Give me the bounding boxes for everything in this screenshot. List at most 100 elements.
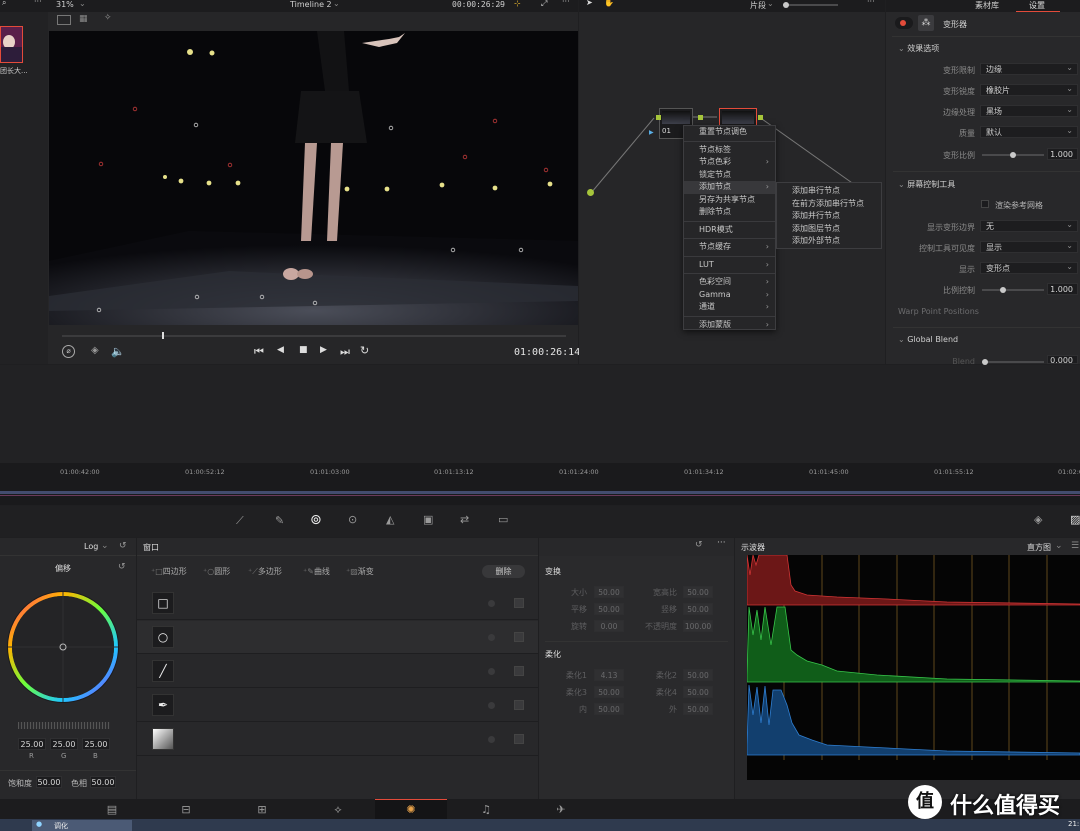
- invert-checkbox[interactable]: [514, 700, 524, 710]
- submenu-add-parallel[interactable]: 添加并行节点: [777, 210, 881, 223]
- b-value[interactable]: 25.00: [82, 738, 110, 750]
- show-boundary-dropdown[interactable]: 无: [980, 219, 1078, 232]
- line-icon[interactable]: ╱: [152, 660, 174, 682]
- more-options-icon[interactable]: ···: [34, 0, 42, 6]
- play-icon[interactable]: ▶: [320, 345, 327, 355]
- stop-icon[interactable]: ■: [299, 345, 308, 355]
- opacity-value[interactable]: 100.00: [683, 620, 713, 632]
- menu-item-lock-node[interactable]: 锁定节点: [684, 169, 775, 182]
- magic-wand-icon[interactable]: ✧: [104, 13, 112, 23]
- edit-page-icon[interactable]: ⊞: [226, 801, 298, 819]
- timeline-name[interactable]: Timeline 2: [290, 0, 332, 9]
- chevron-down-icon[interactable]: ⌄: [767, 0, 774, 8]
- chevron-down-icon[interactable]: ⌄: [496, 0, 503, 8]
- search-icon[interactable]: ⌕: [2, 0, 6, 8]
- scale-value[interactable]: 1.000: [1047, 283, 1078, 295]
- node-zoom-slider[interactable]: [783, 2, 838, 8]
- tilt-value[interactable]: 50.00: [683, 603, 713, 615]
- square-icon[interactable]: □: [152, 592, 174, 614]
- clip-mode[interactable]: 片段: [750, 0, 766, 11]
- tool-curve[interactable]: ⁺✎曲线: [303, 566, 330, 577]
- input-socket[interactable]: [587, 189, 594, 196]
- node-input-socket[interactable]: [656, 115, 661, 120]
- cut-page-icon[interactable]: ⊟: [150, 801, 222, 819]
- chevron-down-icon[interactable]: ⌄: [333, 0, 340, 8]
- menu-item-delete-node[interactable]: 删除节点: [684, 206, 775, 219]
- loop-icon[interactable]: ↻: [360, 344, 369, 357]
- invert-checkbox[interactable]: [514, 598, 524, 608]
- invert-checkbox[interactable]: [514, 632, 524, 642]
- lightbox-icon[interactable]: ◈: [1034, 513, 1042, 526]
- rotate-value[interactable]: 0.00: [594, 620, 624, 632]
- viewer-scrubber[interactable]: [62, 332, 566, 339]
- tool-polygon[interactable]: ⁺⟋多边形: [248, 566, 282, 577]
- playhead[interactable]: [162, 332, 164, 339]
- tool-quad[interactable]: ⁺□四边形: [151, 566, 187, 577]
- curves-icon[interactable]: ⟋: [236, 514, 244, 528]
- chevron-down-icon[interactable]: ⌄: [1055, 541, 1063, 551]
- menu-item-node-cache[interactable]: 节点缓存 ›: [684, 241, 775, 254]
- color-wheel[interactable]: [4, 588, 122, 706]
- r-value[interactable]: 25.00: [18, 738, 46, 750]
- menu-item-gamma[interactable]: Gamma ›: [684, 289, 775, 302]
- scope-mode-dropdown[interactable]: 直方图: [1027, 542, 1051, 553]
- more-options-icon[interactable]: ···: [867, 0, 875, 6]
- sizing-icon[interactable]: ⇄: [460, 513, 469, 526]
- warper-icon[interactable]: ⁂: [918, 15, 934, 31]
- soft3-value[interactable]: 50.00: [594, 686, 624, 698]
- reset-icon[interactable]: ↺: [119, 541, 127, 551]
- submenu-add-serial-before[interactable]: 在前方添加串行节点: [777, 198, 881, 211]
- menu-item-hdr[interactable]: HDR模式: [684, 224, 775, 237]
- menu-item-color-space[interactable]: 色彩空间 ›: [684, 276, 775, 289]
- tool-visibility-dropdown[interactable]: 显示: [980, 240, 1078, 253]
- section-screen-controls[interactable]: 屏幕控制工具: [898, 179, 955, 190]
- invert-checkbox[interactable]: [514, 666, 524, 676]
- window-row-pen[interactable]: ✒: [137, 689, 538, 722]
- tool-circle[interactable]: ⁺○圆形: [203, 566, 230, 577]
- menu-item-reset-grade[interactable]: 重置节点调色: [684, 126, 775, 139]
- media-thumbnail[interactable]: [0, 26, 23, 63]
- circle-icon[interactable]: ○: [152, 626, 174, 648]
- menu-item-add-matte[interactable]: 添加蒙版 ›: [684, 319, 775, 332]
- tab-settings[interactable]: 设置: [1029, 0, 1045, 11]
- menu-item-node-label[interactable]: 节点标签: [684, 144, 775, 157]
- soft2-value[interactable]: 50.00: [683, 669, 713, 681]
- slider-knob[interactable]: [1010, 152, 1016, 158]
- more-options-icon[interactable]: ···: [717, 538, 726, 548]
- color-page-icon[interactable]: ✺: [375, 801, 447, 819]
- soft1-value[interactable]: 4.13: [594, 669, 624, 681]
- hue-value[interactable]: 50.00: [90, 776, 116, 788]
- layers-icon[interactable]: ◈: [91, 345, 99, 356]
- tool-gradient[interactable]: ⁺▨渐变: [346, 566, 374, 577]
- settings-icon[interactable]: ☰: [1071, 541, 1079, 551]
- scopes-icon[interactable]: ▨: [1070, 513, 1080, 526]
- soft4-value[interactable]: 50.00: [683, 686, 713, 698]
- chevron-down-icon[interactable]: ⌄: [101, 541, 109, 551]
- tab-library[interactable]: 素材库: [975, 0, 999, 11]
- delete-button[interactable]: 删除: [482, 565, 525, 578]
- window-toggle[interactable]: [488, 736, 495, 743]
- master-wheel-jog[interactable]: [18, 722, 110, 729]
- key-icon[interactable]: ▣: [423, 513, 433, 526]
- window-row-circle[interactable]: ○: [137, 621, 538, 654]
- section-global-blend[interactable]: Global Blend: [898, 335, 958, 344]
- saturation-value[interactable]: 50.00: [36, 776, 62, 788]
- warp-limit-dropdown[interactable]: 边缘: [980, 62, 1078, 75]
- node-output-socket[interactable]: [758, 115, 763, 120]
- blend-slider[interactable]: [982, 359, 1044, 365]
- media-page-icon[interactable]: ▤: [76, 801, 148, 819]
- pointer-icon[interactable]: ➤: [586, 0, 593, 7]
- warp-ratio-value[interactable]: 1.000: [1047, 148, 1078, 160]
- window-row-line[interactable]: ╱: [137, 655, 538, 688]
- skip-forward-icon[interactable]: ⏭: [340, 345, 350, 359]
- audio-meter-icon[interactable]: ⌀: [62, 345, 75, 358]
- video-frame[interactable]: [49, 31, 578, 325]
- display-dropdown[interactable]: 变形点: [980, 261, 1078, 274]
- invert-checkbox[interactable]: [514, 734, 524, 744]
- menu-item-add-node[interactable]: 添加节点 ›: [684, 181, 775, 194]
- enable-toggle[interactable]: [895, 17, 913, 29]
- gradient-icon[interactable]: [152, 728, 174, 750]
- fusion-page-icon[interactable]: ⟡: [302, 801, 374, 819]
- outside-value[interactable]: 50.00: [683, 703, 713, 715]
- chevron-down-icon[interactable]: ⌄: [79, 0, 86, 8]
